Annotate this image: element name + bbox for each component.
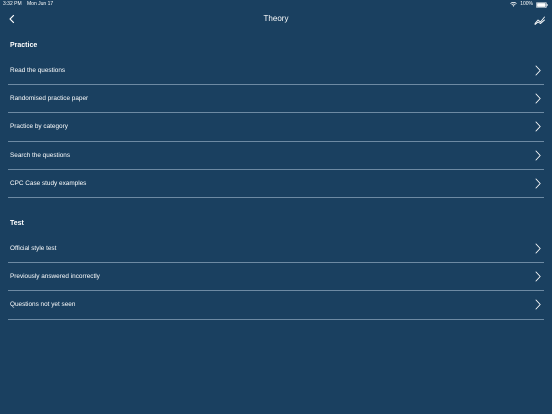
list-item-practice-by-category[interactable]: Practice by category [8, 113, 544, 142]
back-button[interactable] [6, 12, 18, 26]
battery-percent: 100% [520, 1, 533, 7]
battery-icon [536, 1, 548, 8]
chevron-right-icon [535, 93, 541, 104]
list-item-official-style-test[interactable]: Official style test [8, 235, 544, 264]
chevron-left-icon [9, 14, 15, 24]
chevron-right-icon [535, 150, 541, 161]
list-item-label: Practice by category [10, 123, 68, 131]
test-list: Official style test Previously answered … [8, 235, 544, 320]
status-left: 3:32 PM Mon Jun 17 [3, 0, 57, 9]
section-header-test: Test [10, 220, 24, 227]
list-item-label: Official style test [10, 245, 57, 252]
section-header-practice: Practice [10, 42, 38, 49]
wifi-icon [510, 2, 517, 7]
practice-list: Read the questions Randomised practice p… [8, 57, 544, 198]
status-date: Mon Jun 17 [27, 1, 54, 7]
chevron-right-icon [535, 178, 541, 189]
list-item-label: CPC Case study examples [10, 179, 87, 187]
list-item-randomised-practice-paper[interactable]: Randomised practice paper [8, 85, 544, 114]
screen: 3:32 PM Mon Jun 17 100% Theory Practice … [0, 0, 552, 414]
list-item-search-questions[interactable]: Search the questions [8, 142, 544, 170]
chevron-right-icon [535, 65, 541, 76]
chevron-right-icon [535, 121, 541, 132]
list-item-label: Read the questions [10, 67, 66, 74]
list-item-label: Previously answered incorrectly [10, 273, 100, 281]
status-bar: 3:32 PM Mon Jun 17 100% [0, 0, 552, 9]
chevron-right-icon [535, 299, 541, 310]
list-item-label: Search the questions [10, 151, 71, 159]
list-item-not-yet-seen[interactable]: Questions not yet seen [8, 291, 544, 320]
list-item-cpc-case-study[interactable]: CPC Case study examples [8, 170, 544, 198]
list-item-label: Randomised practice paper [10, 95, 89, 103]
list-item-read-questions[interactable]: Read the questions [8, 57, 544, 86]
list-item-label: Questions not yet seen [10, 301, 76, 309]
nav-bar: Theory [0, 9, 552, 29]
chevron-right-icon [535, 243, 541, 254]
stats-chart-icon [534, 16, 545, 25]
stats-button[interactable] [534, 13, 546, 25]
status-right: 100% [510, 0, 548, 9]
chevron-right-icon [535, 271, 541, 282]
status-time: 3:32 PM [3, 1, 22, 7]
list-item-previously-incorrect[interactable]: Previously answered incorrectly [8, 263, 544, 292]
page-title: Theory [263, 14, 289, 23]
